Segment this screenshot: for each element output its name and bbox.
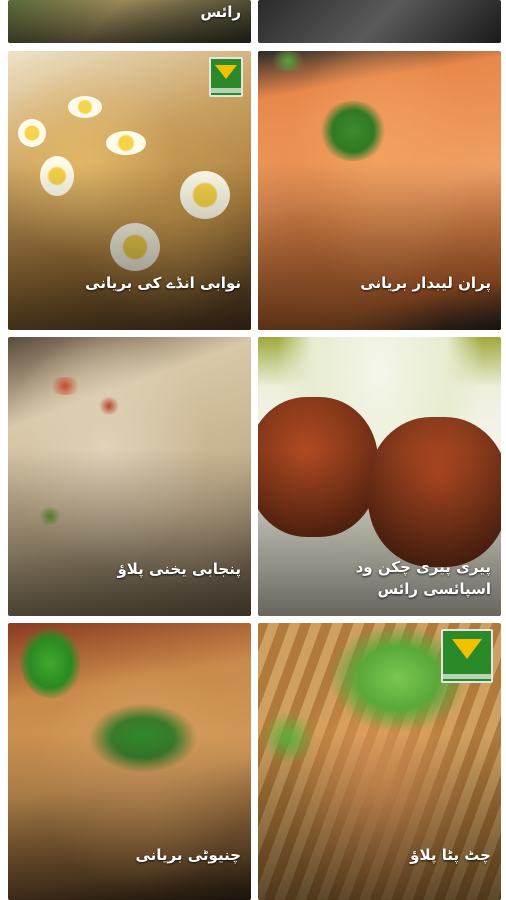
channel-logo-icon bbox=[209, 57, 243, 97]
egg-icon bbox=[106, 131, 146, 155]
recipe-title: پران لیبدار بریانی bbox=[360, 274, 491, 292]
title-overlay bbox=[258, 162, 501, 330]
channel-logo-icon bbox=[441, 629, 493, 683]
recipe-title: چنیوٹی بریانی bbox=[135, 846, 241, 864]
title-overlay bbox=[8, 448, 251, 616]
recipe-card-2[interactable]: نوابی انڈے کی بریانی bbox=[8, 51, 251, 330]
recipe-card-6[interactable]: چنیوٹی بریانی bbox=[8, 623, 251, 900]
title-overlay bbox=[8, 733, 251, 900]
herb-garnish-icon bbox=[268, 51, 308, 71]
recipe-title: رائس bbox=[200, 3, 241, 21]
recipe-title: چٹ پٹا پلاؤ bbox=[410, 846, 491, 864]
egg-icon bbox=[18, 119, 46, 147]
recipe-card-7[interactable]: چٹ پٹا پلاؤ bbox=[258, 623, 501, 900]
recipe-card-3[interactable]: پران لیبدار بریانی bbox=[258, 51, 501, 330]
recipe-card-4[interactable]: پنجابی یخنی پلاؤ bbox=[8, 337, 251, 616]
title-overlay bbox=[258, 733, 501, 900]
recipe-title: پیری پیری چکن ود اسپائسی رائس bbox=[355, 558, 491, 598]
recipe-title: پنجابی یخنی پلاؤ bbox=[117, 560, 241, 578]
recipe-title: نوابی انڈے کی بریانی bbox=[85, 274, 241, 292]
recipe-card-1[interactable] bbox=[258, 0, 501, 43]
chili-icon bbox=[20, 628, 80, 698]
herb-garnish-icon bbox=[318, 101, 388, 161]
recipe-card-0[interactable]: رائس bbox=[8, 0, 251, 43]
tomato-icon bbox=[98, 397, 120, 415]
egg-icon bbox=[68, 96, 102, 118]
title-overlay bbox=[8, 162, 251, 330]
tomato-icon bbox=[48, 377, 82, 395]
recipe-image bbox=[258, 0, 501, 43]
recipe-card-5[interactable]: پیری پیری چکن ود اسپائسی رائس bbox=[258, 337, 501, 616]
